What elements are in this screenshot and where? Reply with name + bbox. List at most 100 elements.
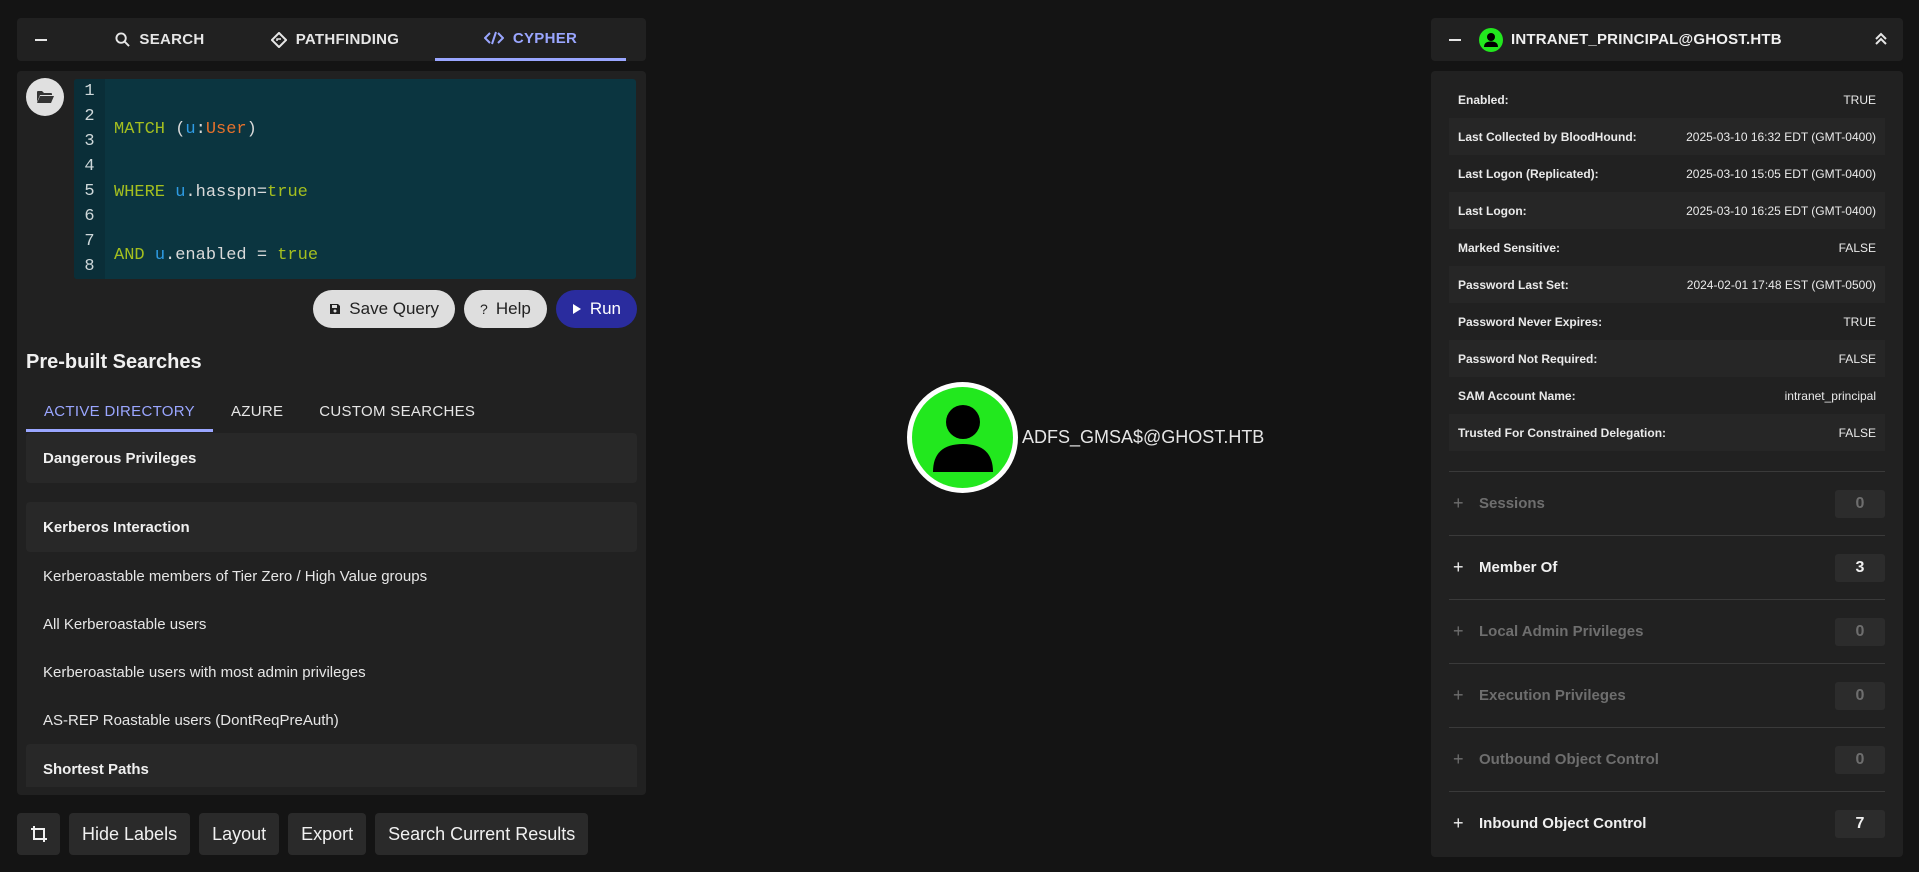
property-row: Password Last Set: 2024-02-01 17:48 EST (… — [1449, 266, 1885, 303]
tab-custom-searches[interactable]: CUSTOM SEARCHES — [301, 391, 493, 432]
property-key: Last Collected by BloodHound: — [1458, 129, 1637, 144]
property-value: 2025-03-10 16:25 EDT (GMT-0400) — [1686, 203, 1876, 218]
tab-pathfinding[interactable]: PATHFINDING — [235, 18, 435, 61]
property-key: Password Not Required: — [1458, 351, 1598, 366]
section-count: 0 — [1835, 745, 1885, 774]
search-current-results-button[interactable]: Search Current Results — [375, 813, 589, 855]
graph-toolbar: Hide Labels Layout Export Search Current… — [17, 813, 589, 855]
hide-labels-button[interactable]: Hide Labels — [69, 813, 191, 855]
section-count: 7 — [1835, 809, 1885, 838]
property-key: Password Last Set: — [1458, 277, 1569, 292]
property-value: FALSE — [1838, 425, 1876, 440]
list-item[interactable]: Kerberoastable users with most admin pri… — [26, 648, 637, 696]
section-local-admin-privileges[interactable]: + Local Admin Privileges 0 — [1449, 599, 1885, 663]
category-dangerous-privileges[interactable]: Dangerous Privileges — [26, 433, 637, 483]
tab-azure[interactable]: AZURE — [213, 391, 301, 432]
property-value: TRUE — [1843, 314, 1876, 329]
line-number: 1 — [84, 82, 95, 101]
tab-active-directory[interactable]: ACTIVE DIRECTORY — [26, 391, 213, 432]
line-number: 5 — [84, 182, 95, 201]
tab-pathfinding-label: PATHFINDING — [295, 31, 400, 48]
tab-cypher[interactable]: CYPHER — [435, 18, 626, 61]
property-key: SAM Account Name: — [1458, 388, 1576, 403]
entity-panel-body[interactable]: Enabled: TRUE Last Collected by BloodHoun… — [1431, 71, 1903, 857]
property-row: Password Not Required: FALSE — [1449, 340, 1885, 377]
line-number: 3 — [84, 132, 95, 151]
property-key: Password Never Expires: — [1458, 314, 1603, 329]
entity-sections: + Sessions 0 + Member Of 3 + Local Admin… — [1449, 471, 1885, 855]
section-count: 3 — [1835, 553, 1885, 582]
property-row: Marked Sensitive: FALSE — [1449, 229, 1885, 266]
query-code[interactable]: MATCH (u:User) WHERE u.hasspn=true AND u… — [114, 79, 502, 279]
collapse-entity-panel-button[interactable] — [1431, 38, 1479, 41]
property-key: Enabled: — [1458, 92, 1509, 107]
section-name: Outbound Object Control — [1479, 751, 1659, 768]
section-count: 0 — [1835, 617, 1885, 646]
line-number: 7 — [84, 232, 95, 251]
help-label: Help — [495, 299, 531, 318]
section-sessions[interactable]: + Sessions 0 — [1449, 471, 1885, 535]
chevron-double-up-icon[interactable] — [1873, 30, 1889, 48]
prebuilt-search-list[interactable]: Dangerous Privileges Kerberos Interactio… — [26, 433, 637, 787]
section-inbound-object-control[interactable]: + Inbound Object Control 7 — [1449, 791, 1885, 855]
list-item[interactable]: Kerberoastable members of Tier Zero / Hi… — [26, 552, 637, 600]
property-value: TRUE — [1843, 92, 1876, 107]
section-name: Local Admin Privileges — [1479, 623, 1644, 640]
section-name: Member Of — [1479, 559, 1558, 576]
search-icon — [115, 32, 131, 47]
explore-tab-bar: SEARCH PATHFINDING CYPHER — [17, 18, 646, 61]
collapse-panel-button[interactable] — [17, 18, 65, 61]
line-number: 4 — [84, 157, 95, 176]
graph-node-label: ADFS_GMSA$@GHOST.HTB — [1022, 427, 1265, 447]
list-item[interactable]: AS-REP Roastable users (DontReqPreAuth) — [26, 696, 637, 744]
property-key: Marked Sensitive: — [1458, 240, 1561, 255]
expand-icon: + — [1453, 621, 1464, 641]
entity-title: INTRANET_PRINCIPAL@GHOST.HTB — [1511, 31, 1782, 48]
graph-node-user[interactable] — [907, 382, 1018, 493]
export-button[interactable]: Export — [288, 813, 367, 855]
property-value: 2025-03-10 15:05 EDT (GMT-0400) — [1686, 166, 1876, 181]
property-value: intranet_principal — [1784, 388, 1876, 403]
section-name: Inbound Object Control — [1479, 815, 1647, 832]
query-actions: Save Query ? Help Run — [313, 290, 637, 328]
code-line: AND u.enabled = true — [114, 246, 319, 265]
property-row: Enabled: TRUE — [1449, 81, 1885, 118]
saved-queries-button[interactable] — [26, 78, 64, 116]
category-shortest-paths[interactable]: Shortest Paths — [26, 744, 637, 787]
section-name: Sessions — [1479, 495, 1545, 512]
section-outbound-object-control[interactable]: + Outbound Object Control 0 — [1449, 727, 1885, 791]
save-query-button[interactable]: Save Query — [313, 290, 456, 328]
crop-button[interactable] — [17, 813, 60, 855]
line-number: 6 — [84, 207, 95, 226]
help-button[interactable]: ? Help — [464, 290, 547, 328]
minus-icon — [35, 38, 47, 41]
category-kerberos-interaction[interactable]: Kerberos Interaction — [26, 502, 637, 552]
editor-gutter: 1 2 3 4 5 6 7 8 — [74, 79, 105, 279]
expand-icon: + — [1453, 493, 1464, 513]
tab-search-label: SEARCH — [139, 31, 205, 48]
list-item[interactable]: All Kerberoastable users — [26, 600, 637, 648]
tab-search[interactable]: SEARCH — [85, 18, 235, 61]
property-value: 2024-02-01 17:48 EST (GMT-0500) — [1686, 277, 1876, 292]
property-value: FALSE — [1838, 240, 1876, 255]
play-icon — [572, 304, 581, 314]
code-line: WHERE u.hasspn=true — [114, 183, 308, 202]
section-member-of[interactable]: + Member Of 3 — [1449, 535, 1885, 599]
prebuilt-searches-title: Pre-built Searches — [26, 351, 202, 373]
entity-panel-header: INTRANET_PRINCIPAL@GHOST.HTB — [1431, 18, 1903, 61]
section-execution-privileges[interactable]: + Execution Privileges 0 — [1449, 663, 1885, 727]
user-icon — [932, 404, 993, 472]
run-button[interactable]: Run — [555, 290, 637, 328]
user-node-fill — [912, 387, 1013, 488]
property-key: Last Logon: — [1458, 203, 1527, 218]
layout-button[interactable]: Layout — [199, 813, 280, 855]
save-icon — [330, 304, 341, 314]
property-row: SAM Account Name: intranet_principal — [1449, 377, 1885, 414]
save-query-label: Save Query — [349, 299, 440, 318]
property-row: Trusted For Constrained Delegation: FALSE — [1449, 414, 1885, 451]
question-icon: ? — [480, 301, 488, 317]
cypher-editor[interactable]: 1 2 3 4 5 6 7 8 MATCH (u:User) WHERE u.h… — [74, 79, 636, 279]
expand-icon: + — [1453, 749, 1464, 769]
line-number: 2 — [84, 107, 95, 126]
